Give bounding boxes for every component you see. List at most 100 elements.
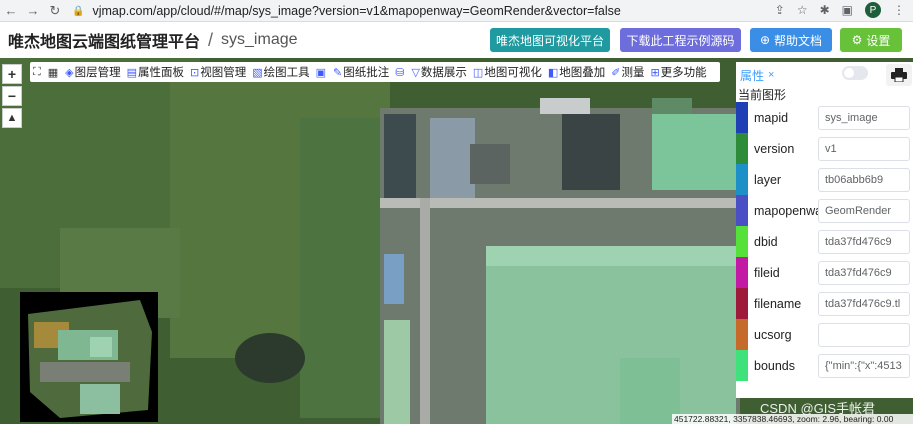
property-row: version v1 bbox=[736, 133, 913, 164]
tab-label: 属性 bbox=[740, 68, 765, 83]
tool-property-panel[interactable]: ▤ 属性面板 bbox=[124, 64, 187, 80]
property-value-field[interactable]: sys_image bbox=[818, 105, 910, 130]
clipboard-icon: ▣ bbox=[315, 66, 327, 79]
minimap-imagery bbox=[20, 292, 158, 422]
property-key: version bbox=[754, 141, 795, 156]
app-header: 唯杰地图云端图纸管理平台 / sys_image 唯杰地图可视化平台 下载此工程… bbox=[0, 22, 913, 58]
settings-label: 设置 bbox=[866, 33, 891, 48]
property-color-swatch bbox=[736, 102, 748, 133]
panel-toggle[interactable] bbox=[842, 66, 868, 80]
property-key: filename bbox=[754, 296, 802, 311]
help-docs-label: 帮助文档 bbox=[774, 33, 823, 48]
settings-button[interactable]: ⚙ 设置 bbox=[840, 28, 902, 52]
tool-measure[interactable]: ✐ 测量 bbox=[608, 64, 647, 80]
forward-icon[interactable]: → bbox=[22, 3, 44, 18]
tool-label: 绘图工具 bbox=[263, 67, 310, 79]
property-color-swatch bbox=[736, 350, 748, 381]
bookmark-star-icon[interactable]: ☆ bbox=[797, 3, 808, 17]
drawing-icon: ▧ bbox=[252, 66, 263, 79]
filter-icon: ▽ bbox=[411, 66, 420, 79]
property-row: mapid sys_image bbox=[736, 102, 913, 133]
tool-view-manager[interactable]: ⊡ 视图管理 bbox=[187, 64, 249, 80]
property-value-field[interactable]: GeomRender bbox=[818, 198, 910, 223]
property-color-swatch bbox=[736, 288, 748, 319]
lock-icon: 🔒 bbox=[72, 5, 85, 17]
browser-menu-icon[interactable]: ⋮ bbox=[893, 3, 905, 17]
zoom-out-button[interactable]: − bbox=[2, 86, 22, 106]
property-key: ucsorg bbox=[754, 327, 792, 342]
browser-actions: ⇪ ☆ ✱ ▣ P ⋮ bbox=[775, 2, 905, 18]
edit-icon: ✎ bbox=[333, 66, 343, 79]
property-panel: 属性 × 当前图形 mapid sys_image version v1 layer tb… bbox=[736, 62, 913, 398]
tool-map-overlay[interactable]: ◧ 地图叠加 bbox=[545, 64, 608, 80]
database-icon: ⛁ bbox=[395, 66, 405, 79]
back-icon[interactable]: ← bbox=[0, 3, 22, 18]
viz-platform-button[interactable]: 唯杰地图可视化平台 bbox=[490, 28, 610, 52]
tool-label: 属性面板 bbox=[137, 67, 184, 79]
property-color-swatch bbox=[736, 195, 748, 226]
map-name: sys_image bbox=[221, 31, 298, 48]
panel-tabs: 属性 × bbox=[736, 62, 913, 88]
profile-avatar[interactable]: P bbox=[865, 2, 881, 18]
tool-more[interactable]: ⊞ 更多功能 bbox=[647, 64, 709, 80]
tool-label: 视图管理 bbox=[200, 67, 247, 79]
property-value-field[interactable] bbox=[818, 322, 910, 347]
close-icon[interactable]: × bbox=[768, 69, 774, 81]
property-value-field[interactable]: tda37fd476c9.tl bbox=[818, 291, 910, 316]
share-icon[interactable]: ⇪ bbox=[775, 3, 785, 17]
qrcode-icon[interactable]: ▦ bbox=[45, 66, 62, 79]
property-color-swatch bbox=[736, 164, 748, 195]
fullscreen-icon[interactable]: ⛶ bbox=[30, 66, 45, 79]
property-key: layer bbox=[754, 172, 782, 187]
download-source-button[interactable]: 下载此工程示例源码 bbox=[620, 28, 741, 52]
tool-data-display[interactable]: ▽ 数据展示 bbox=[408, 64, 469, 80]
tool-label: 更多功能 bbox=[660, 67, 707, 79]
property-value-field[interactable]: tda37fd476c9 bbox=[818, 260, 910, 285]
property-key: dbid bbox=[754, 234, 778, 249]
print-button[interactable] bbox=[886, 64, 912, 86]
property-color-swatch bbox=[736, 226, 748, 257]
chart-icon: ◫ bbox=[472, 66, 484, 79]
tool-map-viz[interactable]: ◫ 地图可视化 bbox=[470, 64, 545, 80]
gear-icon: ⚙ bbox=[851, 33, 863, 47]
property-color-swatch bbox=[736, 319, 748, 350]
property-row: ucsorg bbox=[736, 319, 913, 350]
property-row: filename tda37fd476c9.tl bbox=[736, 288, 913, 319]
property-value-field[interactable]: tda37fd476c9 bbox=[818, 229, 910, 254]
list-icon: ▤ bbox=[126, 66, 137, 79]
property-key: bounds bbox=[754, 358, 796, 373]
sidebar-toggle-icon[interactable]: ▣ bbox=[842, 3, 853, 17]
property-key: fileid bbox=[754, 265, 780, 280]
browser-toolbar: ← → ↻ 🔒 vjmap.com/app/cloud/#/map/sys_im… bbox=[0, 0, 913, 22]
help-docs-button[interactable]: ⊕ 帮助文档 bbox=[750, 28, 832, 52]
property-row: layer tb06abb6b9 bbox=[736, 164, 913, 195]
ruler-icon: ✐ bbox=[611, 66, 621, 79]
tool-database[interactable]: ⛁ bbox=[392, 66, 408, 79]
help-icon: ⊕ bbox=[759, 33, 771, 47]
property-color-swatch bbox=[736, 133, 748, 164]
property-list: mapid sys_imageversion v1 layer tb06abb6b9 ma… bbox=[736, 102, 913, 381]
property-row: dbid tda37fd476c9 bbox=[736, 226, 913, 257]
property-row: bounds {"min":{"x":4513 bbox=[736, 350, 913, 381]
view-icon: ⊡ bbox=[189, 66, 200, 79]
property-value-field[interactable]: {"min":{"x":4513 bbox=[818, 353, 910, 378]
tool-drawing[interactable]: ▧ 绘图工具 bbox=[249, 64, 312, 80]
tool-label: 测量 bbox=[621, 67, 645, 79]
property-value-field[interactable]: v1 bbox=[818, 136, 910, 161]
extensions-icon[interactable]: ✱ bbox=[820, 3, 830, 17]
zoom-in-button[interactable]: + bbox=[2, 64, 22, 84]
coordinate-readout: 451722.88321, 3357838.46693, zoom: 2.96,… bbox=[672, 414, 913, 424]
compass-icon[interactable]: ▲ bbox=[2, 108, 22, 128]
reload-icon[interactable]: ↻ bbox=[44, 3, 66, 19]
tool-label: 数据展示 bbox=[420, 67, 467, 79]
tool-layer-manager[interactable]: ◈ 图层管理 bbox=[62, 64, 123, 80]
tool-annotation[interactable]: ✎ 图纸批注 bbox=[330, 64, 392, 80]
property-value-field[interactable]: tb06abb6b9 bbox=[818, 167, 910, 192]
minimap[interactable] bbox=[20, 292, 158, 422]
tab-properties[interactable]: 属性 × bbox=[740, 67, 774, 84]
property-key: mapid bbox=[754, 110, 789, 125]
tool-clipboard[interactable]: ▣ bbox=[313, 66, 330, 79]
property-row: fileid tda37fd476c9 bbox=[736, 257, 913, 288]
address-bar[interactable]: 🔒 vjmap.com/app/cloud/#/map/sys_image?ve… bbox=[72, 0, 621, 22]
breadcrumb-separator: / bbox=[208, 29, 214, 50]
